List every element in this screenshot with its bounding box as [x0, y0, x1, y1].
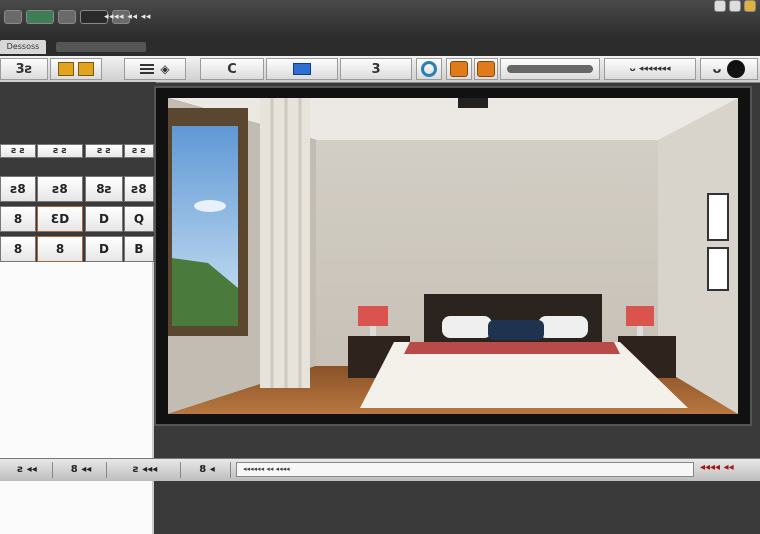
app-icon[interactable]	[4, 10, 22, 24]
grid-icon-2	[78, 62, 94, 76]
tool-button-list[interactable]: ◈	[124, 58, 186, 80]
rotate-icon: C	[227, 61, 237, 77]
key-r2-c3[interactable]: Q	[124, 206, 154, 232]
key-r1-c1[interactable]: ƨ8	[37, 176, 83, 202]
list-icon	[140, 63, 155, 75]
folder-icon[interactable]	[58, 10, 76, 24]
tool-button-3[interactable]: 3	[340, 58, 412, 80]
window-title: ◂◂◂◂ ◂◂ ◂◂	[104, 12, 151, 22]
key-r0-c1[interactable]: ƨ ƨ	[37, 144, 83, 158]
view-options-label: ᴗ ◂◂◂◂◂◂◂	[629, 64, 671, 74]
window-controls	[714, 0, 756, 12]
tool-label-3: 3	[371, 61, 381, 77]
viewport[interactable]	[154, 86, 752, 426]
key-r2-c1[interactable]: ƐD	[37, 206, 83, 232]
light-button[interactable]	[474, 58, 498, 80]
tab-design[interactable]: Dessoss	[0, 40, 46, 54]
zoom-track	[507, 65, 593, 73]
zoom-slider[interactable]	[500, 58, 600, 80]
status-bar: ƨ ◂◂ 8 ◂◂ ƨ ◂◂◂ 8 ◂ ◂◂◂◂◂◂ ◂◂ ◂◂◂◂ ◂◂◂◂ …	[0, 458, 760, 481]
properties-panel[interactable]	[0, 262, 154, 534]
extra-tool-button[interactable]: ᴗ	[700, 58, 758, 80]
key-r3-c2[interactable]: D	[85, 236, 123, 262]
camera-button[interactable]	[416, 58, 442, 80]
status-item-3[interactable]: ƨ ◂◂◂	[110, 462, 181, 478]
material-icon	[450, 61, 468, 77]
tool-button-rotate[interactable]: C	[200, 58, 264, 80]
key-r3-c0[interactable]: 8	[0, 236, 36, 262]
left-panel: ƨ ƨ ƨ ƨ ƨ ƨ ƨ ƨ ƨ8 ƨ8 8ƨ ƨ8 8 ƐD D Q 8 8…	[0, 82, 156, 534]
tool-button-grid[interactable]	[50, 58, 102, 80]
extra-tool-label: ᴗ	[712, 61, 722, 77]
tool-label-1: 3ƨ	[15, 61, 33, 77]
camera-icon	[421, 61, 437, 77]
key-r1-c2[interactable]: 8ƨ	[85, 176, 123, 202]
tool-button-frame[interactable]	[266, 58, 338, 80]
grid-icon	[58, 62, 74, 76]
close-button[interactable]	[744, 0, 756, 12]
tool-button-1[interactable]: 3ƨ	[0, 58, 48, 80]
status-item-4[interactable]: 8 ◂	[184, 462, 231, 478]
room-render	[168, 98, 738, 414]
minimize-button[interactable]	[714, 0, 726, 12]
status-field[interactable]: ◂◂◂◂◂◂ ◂◂ ◂◂◂◂	[236, 462, 694, 477]
frame-icon	[293, 63, 311, 75]
light-icon	[477, 61, 495, 77]
key-r1-c0[interactable]: ƨ8	[0, 176, 36, 202]
status-item-2[interactable]: 8 ◂◂	[56, 462, 107, 478]
tab-bar: Dessoss	[0, 38, 760, 56]
eye-icon	[727, 60, 746, 78]
status-item-1[interactable]: ƨ ◂◂	[2, 462, 53, 478]
key-r3-c1[interactable]: 8	[37, 236, 83, 262]
key-r2-c2[interactable]: D	[85, 206, 123, 232]
key-r3-c3[interactable]: B	[124, 236, 154, 262]
tab-placeholder	[56, 42, 146, 52]
key-r1-c3[interactable]: ƨ8	[124, 176, 154, 202]
view-options-button[interactable]: ᴗ ◂◂◂◂◂◂◂	[604, 58, 696, 80]
key-r0-c3[interactable]: ƨ ƨ	[124, 144, 154, 158]
transform-icon: ◈	[160, 62, 170, 76]
save-icon[interactable]	[26, 10, 54, 24]
title-bar: ◂◂◂◂ ◂◂ ◂◂	[0, 0, 760, 38]
status-right-text: ◂◂◂◂ ◂◂	[700, 462, 734, 473]
main-toolbar: 3ƨ ◈ C 3 ᴗ ◂◂◂◂◂◂◂ ᴗ	[0, 56, 760, 83]
maximize-button[interactable]	[729, 0, 741, 12]
key-r0-c2[interactable]: ƨ ƨ	[85, 144, 123, 158]
key-r0-c0[interactable]: ƨ ƨ	[0, 144, 36, 158]
key-r2-c0[interactable]: 8	[0, 206, 36, 232]
material-button[interactable]	[446, 58, 472, 80]
